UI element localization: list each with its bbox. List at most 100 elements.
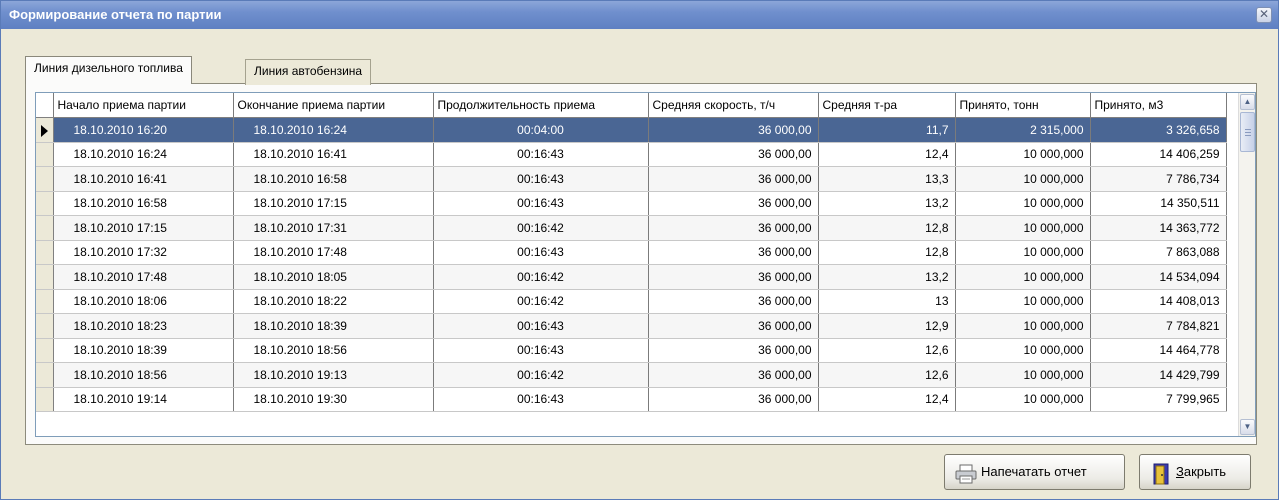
cell-temperature[interactable]: 11,7 (818, 117, 956, 143)
row-indicator[interactable] (36, 362, 54, 388)
batch-grid[interactable]: Начало приема партии Окончание приема па… (35, 92, 1256, 437)
cell-start[interactable]: 18.10.2010 16:58 (53, 191, 234, 216)
cell-tons[interactable]: 10 000,000 (955, 191, 1091, 216)
cell-temperature[interactable]: 13,3 (818, 166, 956, 192)
row-indicator[interactable] (36, 264, 54, 290)
cell-duration[interactable]: 00:16:43 (433, 240, 649, 265)
cell-duration[interactable]: 00:16:43 (433, 338, 649, 363)
cell-temperature[interactable]: 12,8 (818, 240, 956, 265)
cell-temperature[interactable]: 13,2 (818, 264, 956, 290)
cell-speed[interactable]: 36 000,00 (648, 191, 819, 216)
cell-start[interactable]: 18.10.2010 17:15 (53, 215, 234, 241)
cell-duration[interactable]: 00:16:43 (433, 313, 649, 339)
cell-start[interactable]: 18.10.2010 18:23 (53, 313, 234, 339)
cell-m3[interactable]: 7 784,821 (1090, 313, 1227, 339)
col-header-m3[interactable]: Принято, м3 (1090, 93, 1227, 118)
vertical-scrollbar[interactable]: ▲ ▼ (1238, 93, 1255, 436)
cell-end[interactable]: 18.10.2010 18:22 (233, 289, 434, 314)
cell-start[interactable]: 18.10.2010 19:14 (53, 387, 234, 412)
tab-diesel-line[interactable]: Линия дизельного топлива (25, 56, 192, 84)
cell-m3[interactable]: 14 406,259 (1090, 142, 1227, 167)
cell-m3[interactable]: 14 350,511 (1090, 191, 1227, 216)
col-header-end[interactable]: Окончание приема партии (233, 93, 434, 118)
cell-duration[interactable]: 00:16:43 (433, 387, 649, 412)
cell-speed[interactable]: 36 000,00 (648, 142, 819, 167)
cell-tons[interactable]: 10 000,000 (955, 387, 1091, 412)
cell-start[interactable]: 18.10.2010 18:06 (53, 289, 234, 314)
cell-start[interactable]: 18.10.2010 17:32 (53, 240, 234, 265)
cell-tons[interactable]: 10 000,000 (955, 289, 1091, 314)
cell-duration[interactable]: 00:16:42 (433, 215, 649, 241)
cell-end[interactable]: 18.10.2010 19:30 (233, 387, 434, 412)
table-row[interactable]: 18.10.2010 16:24 18.10.2010 16:41 00:16:43… (36, 142, 1227, 167)
cell-temperature[interactable]: 12,6 (818, 338, 956, 363)
row-indicator[interactable] (36, 240, 54, 265)
cell-tons[interactable]: 2 315,000 (955, 117, 1091, 143)
row-indicator[interactable] (36, 313, 54, 339)
col-header-tons[interactable]: Принято, тонн (955, 93, 1091, 118)
cell-start[interactable]: 18.10.2010 16:41 (53, 166, 234, 192)
close-button[interactable]: Закрыть (1139, 454, 1251, 490)
cell-end[interactable]: 18.10.2010 16:24 (233, 117, 434, 143)
cell-speed[interactable]: 36 000,00 (648, 313, 819, 339)
cell-temperature[interactable]: 13,2 (818, 191, 956, 216)
cell-start[interactable]: 18.10.2010 16:24 (53, 142, 234, 167)
scroll-down-button[interactable]: ▼ (1240, 419, 1255, 435)
cell-temperature[interactable]: 12,4 (818, 387, 956, 412)
cell-temperature[interactable]: 13 (818, 289, 956, 314)
row-indicator[interactable] (36, 215, 54, 241)
cell-start[interactable]: 18.10.2010 18:39 (53, 338, 234, 363)
row-indicator[interactable] (36, 289, 54, 314)
cell-end[interactable]: 18.10.2010 17:48 (233, 240, 434, 265)
cell-end[interactable]: 18.10.2010 17:15 (233, 191, 434, 216)
table-row[interactable]: 18.10.2010 16:41 18.10.2010 16:58 00:16:43… (36, 166, 1227, 192)
cell-temperature[interactable]: 12,6 (818, 362, 956, 388)
col-header-speed[interactable]: Средняя скорость, т/ч (648, 93, 819, 118)
cell-end[interactable]: 18.10.2010 18:05 (233, 264, 434, 290)
cell-end[interactable]: 18.10.2010 17:31 (233, 215, 434, 241)
cell-speed[interactable]: 36 000,00 (648, 166, 819, 192)
cell-temperature[interactable]: 12,8 (818, 215, 956, 241)
cell-tons[interactable]: 10 000,000 (955, 240, 1091, 265)
row-indicator[interactable] (36, 117, 54, 143)
table-row[interactable]: 18.10.2010 16:20 18.10.2010 16:24 00:04:00… (36, 117, 1227, 143)
cell-tons[interactable]: 10 000,000 (955, 166, 1091, 192)
cell-m3[interactable]: 7 786,734 (1090, 166, 1227, 192)
cell-m3[interactable]: 7 799,965 (1090, 387, 1227, 412)
cell-duration[interactable]: 00:16:43 (433, 142, 649, 167)
col-header-start[interactable]: Начало приема партии (53, 93, 234, 118)
cell-temperature[interactable]: 12,4 (818, 142, 956, 167)
tab-gasoline-line[interactable]: Линия автобензина (245, 59, 372, 85)
cell-speed[interactable]: 36 000,00 (648, 387, 819, 412)
table-row[interactable]: 18.10.2010 19:14 18.10.2010 19:30 00:16:43… (36, 387, 1227, 412)
cell-duration[interactable]: 00:04:00 (433, 117, 649, 143)
cell-m3[interactable]: 14 429,799 (1090, 362, 1227, 388)
table-row[interactable]: 18.10.2010 18:23 18.10.2010 18:39 00:16:43… (36, 313, 1227, 339)
table-row[interactable]: 18.10.2010 17:32 18.10.2010 17:48 00:16:43… (36, 240, 1227, 265)
cell-m3[interactable]: 14 534,094 (1090, 264, 1227, 290)
cell-speed[interactable]: 36 000,00 (648, 362, 819, 388)
cell-speed[interactable]: 36 000,00 (648, 117, 819, 143)
cell-tons[interactable]: 10 000,000 (955, 313, 1091, 339)
cell-speed[interactable]: 36 000,00 (648, 215, 819, 241)
row-indicator[interactable] (36, 387, 54, 412)
cell-m3[interactable]: 14 464,778 (1090, 338, 1227, 363)
cell-m3[interactable]: 14 363,772 (1090, 215, 1227, 241)
cell-duration[interactable]: 00:16:42 (433, 362, 649, 388)
cell-end[interactable]: 18.10.2010 19:13 (233, 362, 434, 388)
table-row[interactable]: 18.10.2010 17:15 18.10.2010 17:31 00:16:42… (36, 215, 1227, 241)
title-bar[interactable]: Формирование отчета по партии ✕ (1, 1, 1278, 29)
scroll-up-button[interactable]: ▲ (1240, 94, 1255, 110)
cell-start[interactable]: 18.10.2010 18:56 (53, 362, 234, 388)
cell-tons[interactable]: 10 000,000 (955, 215, 1091, 241)
cell-speed[interactable]: 36 000,00 (648, 289, 819, 314)
cell-end[interactable]: 18.10.2010 16:41 (233, 142, 434, 167)
cell-speed[interactable]: 36 000,00 (648, 338, 819, 363)
row-indicator[interactable] (36, 142, 54, 167)
cell-speed[interactable]: 36 000,00 (648, 240, 819, 265)
table-row[interactable]: 18.10.2010 18:06 18.10.2010 18:22 00:16:42… (36, 289, 1227, 314)
cell-m3[interactable]: 3 326,658 (1090, 117, 1227, 143)
cell-duration[interactable]: 00:16:43 (433, 191, 649, 216)
cell-m3[interactable]: 7 863,088 (1090, 240, 1227, 265)
table-row[interactable]: 18.10.2010 17:48 18.10.2010 18:05 00:16:42… (36, 264, 1227, 290)
